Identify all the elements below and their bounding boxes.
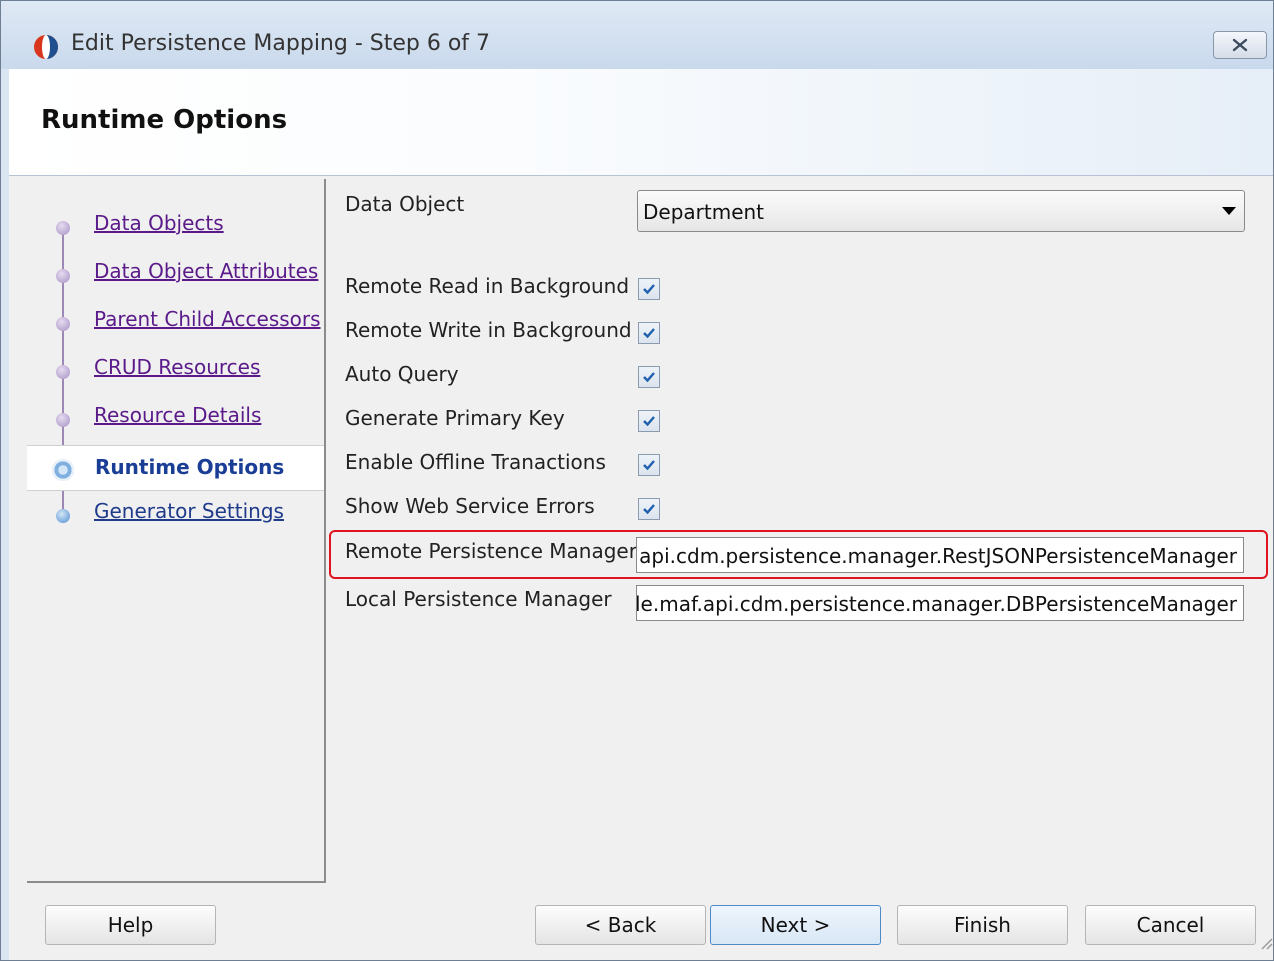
show-ws-errors-label: Show Web Service Errors: [345, 494, 595, 518]
chevron-down-icon[interactable]: [1222, 207, 1236, 215]
step-data-object-attributes[interactable]: Data Object Attributes: [27, 251, 324, 297]
next-button[interactable]: Next >: [710, 905, 881, 945]
checkmark-icon: [643, 328, 655, 339]
remote-write-label: Remote Write in Background: [345, 318, 632, 342]
step-label[interactable]: CRUD Resources: [94, 355, 260, 379]
step-generator-settings[interactable]: Generator Settings: [27, 491, 324, 537]
checkmark-icon: [643, 284, 655, 295]
step-label[interactable]: Data Object Attributes: [94, 259, 318, 283]
data-object-select[interactable]: Department: [637, 190, 1245, 232]
highlight-annotation: [329, 530, 1268, 579]
title-bar[interactable]: Edit Persistence Mapping - Step 6 of 7: [1, 1, 1273, 69]
resize-grip-icon[interactable]: [1259, 936, 1273, 950]
step-dot-icon: [56, 317, 70, 331]
enable-offline-checkbox[interactable]: [638, 454, 660, 476]
wizard-body: Data Objects Data Object Attributes Pare…: [9, 176, 1273, 960]
step-parent-child-accessors[interactable]: Parent Child Accessors: [27, 299, 324, 345]
finish-button[interactable]: Finish: [897, 905, 1068, 945]
help-button[interactable]: Help: [45, 905, 216, 945]
close-button[interactable]: [1213, 31, 1267, 59]
app-icon: [34, 35, 58, 59]
checkmark-icon: [643, 504, 655, 515]
step-resource-details[interactable]: Resource Details: [27, 395, 324, 441]
page-title: Runtime Options: [41, 105, 288, 135]
step-label[interactable]: Data Objects: [94, 211, 224, 235]
remote-read-label: Remote Read in Background: [345, 274, 630, 298]
dialog-window: Edit Persistence Mapping - Step 6 of 7 R…: [0, 0, 1274, 961]
generate-primary-key-checkbox[interactable]: [638, 410, 660, 432]
auto-query-label: Auto Query: [345, 362, 459, 386]
local-pm-field[interactable]: acle.maf.api.cdm.persistence.manager.DBP…: [636, 585, 1244, 621]
step-dot-icon: [56, 413, 70, 427]
checkmark-icon: [643, 416, 655, 427]
step-dot-icon: [56, 365, 70, 379]
step-label[interactable]: Resource Details: [94, 403, 261, 427]
data-object-label: Data Object: [345, 192, 465, 216]
remote-write-checkbox[interactable]: [638, 322, 660, 344]
remote-read-checkbox[interactable]: [638, 278, 660, 300]
step-dot-icon: [56, 269, 70, 283]
wizard-steps-nav: Data Objects Data Object Attributes Pare…: [27, 179, 326, 883]
step-dot-icon: [56, 509, 70, 523]
window-title: Edit Persistence Mapping - Step 6 of 7: [71, 31, 491, 56]
auto-query-checkbox[interactable]: [638, 366, 660, 388]
back-button[interactable]: < Back: [535, 905, 706, 945]
show-ws-errors-checkbox[interactable]: [638, 498, 660, 520]
enable-offline-label: Enable Offline Tranactions: [345, 450, 606, 474]
step-dot-icon: [56, 221, 70, 235]
data-object-value: Department: [643, 200, 765, 224]
step-data-objects[interactable]: Data Objects: [27, 203, 324, 249]
step-runtime-options[interactable]: Runtime Options: [27, 445, 324, 491]
cancel-button[interactable]: Cancel: [1085, 905, 1256, 945]
step-crud-resources[interactable]: CRUD Resources: [27, 347, 324, 393]
generate-primary-key-label: Generate Primary Key: [345, 406, 565, 430]
step-label: Runtime Options: [95, 455, 285, 479]
page-header: Runtime Options: [9, 69, 1273, 176]
step-label[interactable]: Generator Settings: [94, 499, 284, 523]
local-pm-value: acle.maf.api.cdm.persistence.manager.DBP…: [636, 592, 1237, 616]
checkmark-icon: [643, 372, 655, 383]
step-label[interactable]: Parent Child Accessors: [94, 307, 321, 331]
local-pm-label: Local Persistence Manager: [345, 587, 612, 611]
current-step-icon: [52, 459, 74, 481]
checkmark-icon: [643, 460, 655, 471]
close-icon: [1232, 38, 1248, 52]
